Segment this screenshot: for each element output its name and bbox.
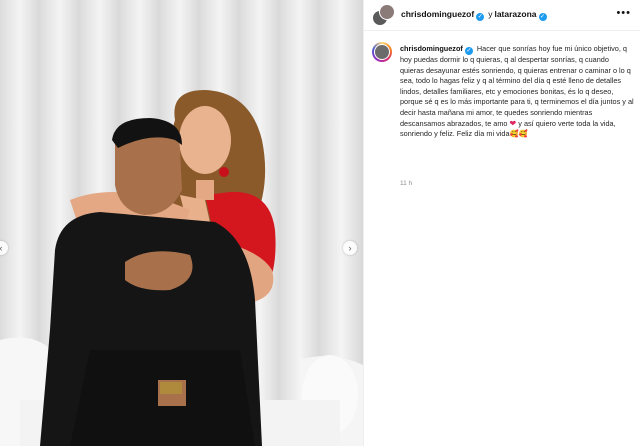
caption-text: chrisdominguezof ✓ Hacer que sonrías hoy … xyxy=(400,44,634,140)
couple-photo-illustration xyxy=(0,0,363,446)
chevron-right-icon[interactable]: › xyxy=(343,241,357,255)
verified-badge-icon: ✓ xyxy=(538,13,547,21)
header-username[interactable]: chrisdominguezof xyxy=(401,9,474,19)
post-sidebar: chrisdominguezof ✓ y latarazona ✓ ••• chrisd… xyxy=(363,0,640,446)
post-timestamp[interactable]: 11 h xyxy=(400,180,412,187)
caption-body: Hacer que sonrías hoy fue mi único objet… xyxy=(400,44,634,128)
verified-badge-icon: ✓ xyxy=(476,13,485,21)
avatar[interactable] xyxy=(372,42,392,62)
collab-usernames: chrisdominguezof ✓ y latarazona ✓ xyxy=(401,9,549,21)
post-header: chrisdominguezof ✓ y latarazona ✓ ••• xyxy=(364,0,640,31)
caption-username[interactable]: chrisdominguezof xyxy=(400,44,463,53)
avatar[interactable] xyxy=(379,4,395,20)
red-heart-icon: ❤ xyxy=(509,118,517,128)
verified-badge-icon: ✓ xyxy=(464,47,473,55)
collab-avatars[interactable] xyxy=(372,4,395,26)
post-photo[interactable]: ‹ › xyxy=(0,0,363,446)
more-options-icon[interactable]: ••• xyxy=(616,7,631,19)
header-collab-username[interactable]: latarazona xyxy=(494,9,536,19)
instagram-post-view: ‹ › chrisdominguezof✓ylatarazona✓ ••• ch… xyxy=(0,0,640,446)
header-connector: y xyxy=(488,9,493,19)
